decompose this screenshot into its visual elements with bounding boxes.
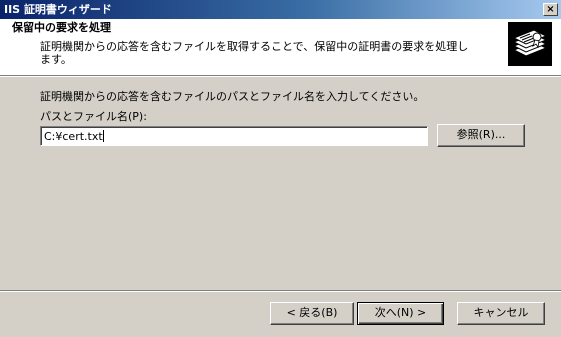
page-title: 保留中の要求を処理 [12,21,111,34]
header-divider [0,75,561,77]
path-input-value: C:¥cert.txt [44,130,103,143]
page-description: 証明機関からの応答を含むファイルを取得することで、保留中の証明書の要求を処理しま… [40,40,469,66]
close-button[interactable]: × [543,3,558,16]
close-icon: × [546,4,555,15]
wizard-header: 保留中の要求を処理 証明機関からの応答を含むファイルを取得することで、保留中の証… [0,19,561,75]
path-label: パスとファイル名(P): [40,110,147,123]
cancel-button[interactable]: キャンセル [457,302,545,325]
footer-divider [0,290,561,292]
certificate-wizard-icon [508,22,552,66]
instruction-text: 証明機関からの応答を含むファイルのパスとファイル名を入力してください。 [40,90,425,103]
browse-button[interactable]: 参照(R)... [437,124,525,147]
text-caret [102,130,104,142]
path-input[interactable]: C:¥cert.txt [40,126,428,146]
window-title: IIS 証明書ウィザード [4,3,112,16]
back-button[interactable]: < 戻る(B) [270,302,354,325]
title-bar[interactable]: IIS 証明書ウィザード × [0,0,561,19]
next-button[interactable]: 次へ(N) > [357,302,444,325]
